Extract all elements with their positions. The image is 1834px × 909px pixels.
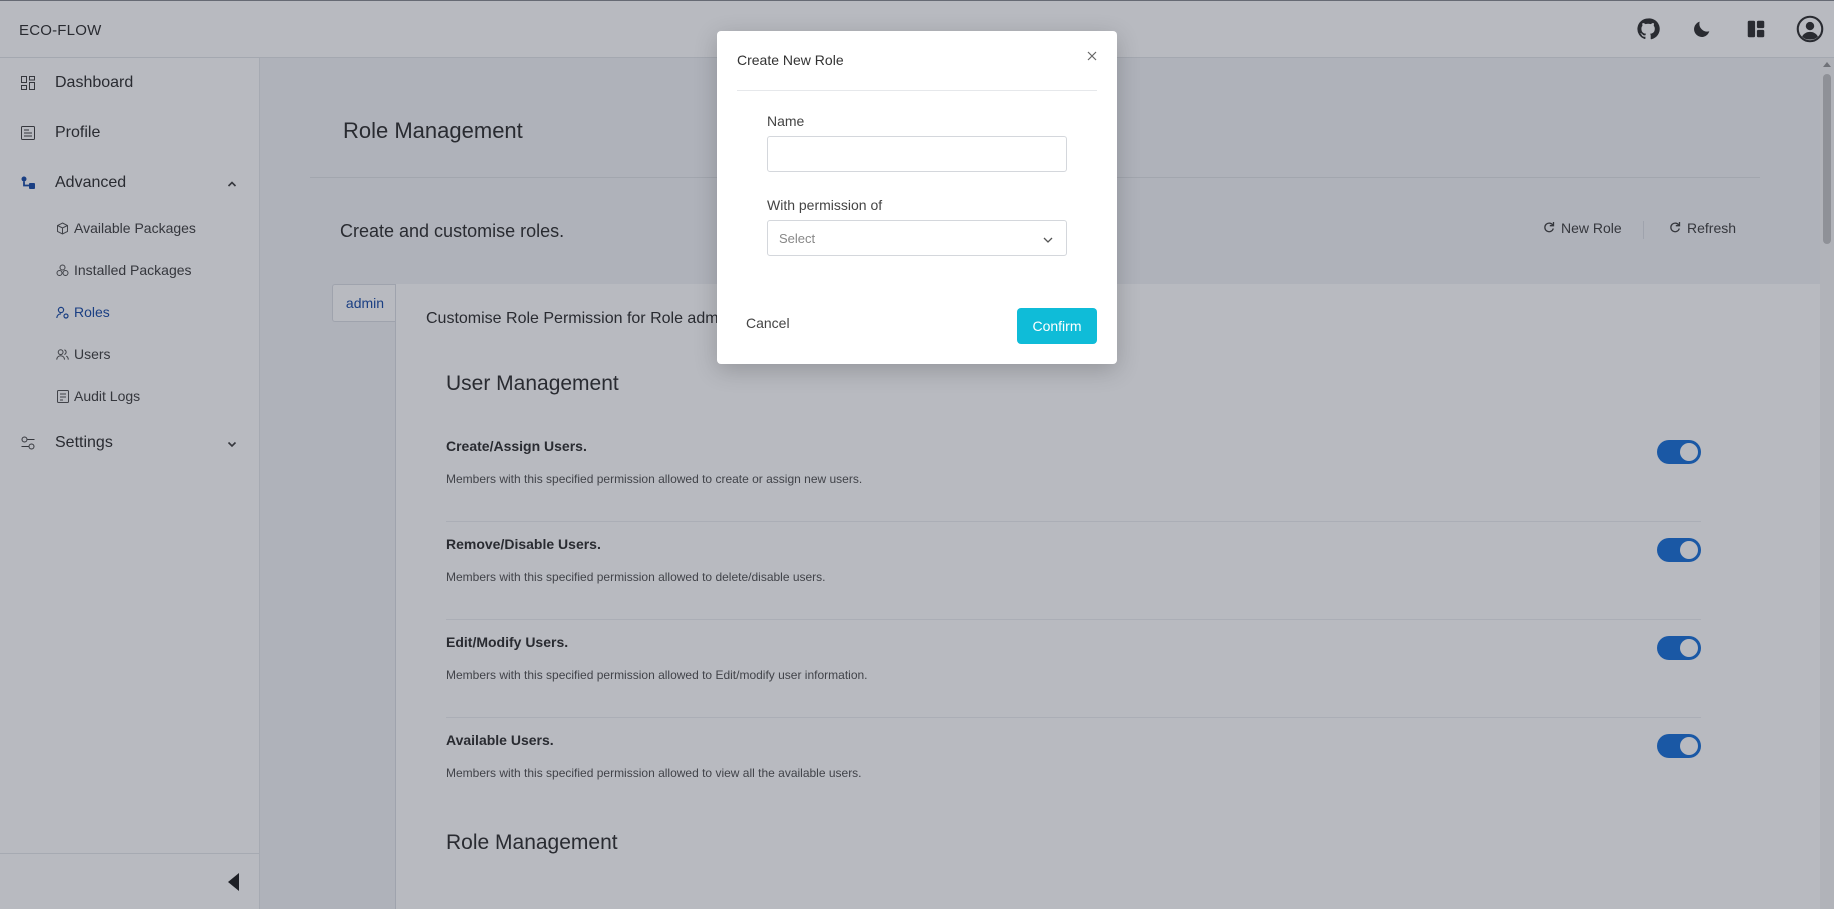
confirm-button[interactable]: Confirm [1017,308,1097,344]
permission-label: With permission of [767,197,883,213]
name-label: Name [767,113,805,129]
dialog-divider [737,90,1097,91]
close-icon[interactable] [1085,49,1099,63]
dialog-title: Create New Role [737,52,844,68]
chevron-down-icon [1042,233,1054,245]
role-name-input[interactable] [767,136,1067,172]
cancel-button[interactable]: Cancel [746,315,790,331]
create-role-dialog: Create New Role Name With permission of … [717,31,1117,364]
permission-select-value: Select [779,231,816,246]
permission-select[interactable]: Select [767,220,1067,256]
